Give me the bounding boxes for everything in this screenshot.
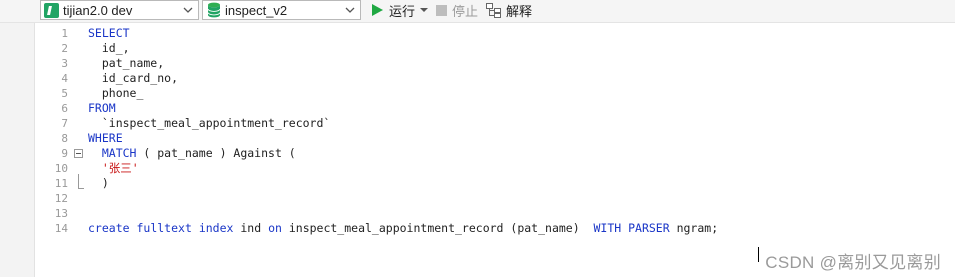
line-number: 2 [61,42,68,55]
sql-editor[interactable]: 1 SELECT 2 id_, 3 pat_name, 4 id_card_no, 5 p… [35,26,955,277]
code-line[interactable]: 10 '张三' [35,161,935,176]
line-number: 9 [61,147,68,160]
sql-token: phone_ [88,86,144,100]
code-text: id_card_no, [88,71,178,86]
left-panel-edge [0,0,35,277]
code-text: pat_name, [88,56,164,71]
line-number: 1 [61,27,68,40]
sql-keyword: SELECT [88,26,130,40]
code-line[interactable]: 3 pat_name, [35,56,935,71]
code-line[interactable]: 8 WHERE [35,131,935,146]
chevron-down-icon [183,7,193,13]
code-line[interactable]: 12 [35,191,935,206]
sql-token: ind [233,221,269,235]
code-line[interactable]: 14 create fulltext index ind on inspect_m… [35,221,935,236]
code-text: FROM [88,101,116,116]
code-text: create fulltext index ind on inspect_mea… [88,221,718,236]
sql-keyword: create [88,221,130,235]
connection-select-value: tijian2.0 dev [63,2,133,18]
code-text: SELECT [88,26,130,41]
code-line[interactable]: 7 `inspect_meal_appointment_record` [35,116,935,131]
watermark: CSDN @离别又见离别 [765,253,941,272]
sql-token: inspect_meal_appointment_record (pat_nam… [281,221,594,235]
sql-token: id_, [88,41,130,55]
line-number: 6 [61,102,68,115]
connection-icon [44,2,59,18]
dropdown-arrow-icon [420,8,428,12]
line-number: 13 [54,207,68,220]
line-number: 3 [61,57,68,70]
code-line[interactable]: 2 id_, [35,41,935,56]
sql-keyword: index [198,221,234,235]
query-toolbar: tijian2.0 dev inspect_v2 运行 停止 解释 [0,0,955,23]
code-line[interactable]: 4 id_card_no, [35,71,935,86]
sql-token: ) [88,176,109,190]
run-button-label: 运行 [389,3,416,19]
sql-keyword: fulltext [136,221,192,235]
sql-keyword: WHERE [88,131,123,145]
line-number: 4 [61,72,68,85]
connection-select[interactable]: tijian2.0 dev [40,0,199,20]
sql-token: id_card_no, [88,71,179,85]
code-line[interactable]: 9 MATCH ( pat_name ) Against ( [35,146,935,161]
sql-keyword: on [268,221,282,235]
text-cursor [758,247,759,262]
code-line[interactable]: 5 phone_ [35,86,935,101]
sql-keyword: FROM [88,101,116,115]
code-text: `inspect_meal_appointment_record` [88,116,330,131]
database-icon [207,2,221,18]
sql-keyword: MATCH [101,146,137,160]
line-number: 5 [61,87,68,100]
code-text: phone_ [88,86,144,101]
sql-token: pat_name, [88,56,165,70]
stop-icon [436,4,447,16]
code-text: ) [88,176,109,191]
line-number: 12 [54,192,68,205]
sql-keyword: WITH PARSER [593,221,670,235]
stop-button-label: 停止 [452,3,479,19]
sql-token: ngram; [669,221,719,235]
code-text: '张三' [88,161,139,176]
chevron-down-icon [345,7,355,13]
line-number: 14 [54,222,68,235]
sql-string: '张三' [101,161,139,175]
run-options-button[interactable] [420,0,428,20]
sql-token: `inspect_meal_appointment_record` [88,116,331,130]
database-select[interactable]: inspect_v2 [202,0,361,20]
code-text: MATCH ( pat_name ) Against ( [88,146,296,161]
line-number: 7 [61,117,68,130]
database-select-value: inspect_v2 [225,2,288,18]
code-line[interactable]: 13 [35,206,935,221]
explain-button[interactable]: 解释 [486,0,532,20]
sql-token: ( pat_name ) Against ( [136,146,296,160]
fold-toggle-icon[interactable] [74,149,83,158]
code-line[interactable]: 6 FROM [35,101,935,116]
line-number: 8 [61,132,68,145]
line-number: 10 [54,162,68,175]
explain-icon [486,2,501,18]
play-icon [372,4,383,16]
code-text: WHERE [88,131,123,146]
run-button[interactable]: 运行 [370,0,415,20]
explain-button-label: 解释 [506,3,533,19]
code-text: id_, [88,41,130,56]
code-line[interactable]: 1 SELECT [35,26,935,41]
line-number: 11 [54,177,68,190]
code-line[interactable]: 11 ) [35,176,935,191]
stop-button[interactable]: 停止 [436,0,478,20]
